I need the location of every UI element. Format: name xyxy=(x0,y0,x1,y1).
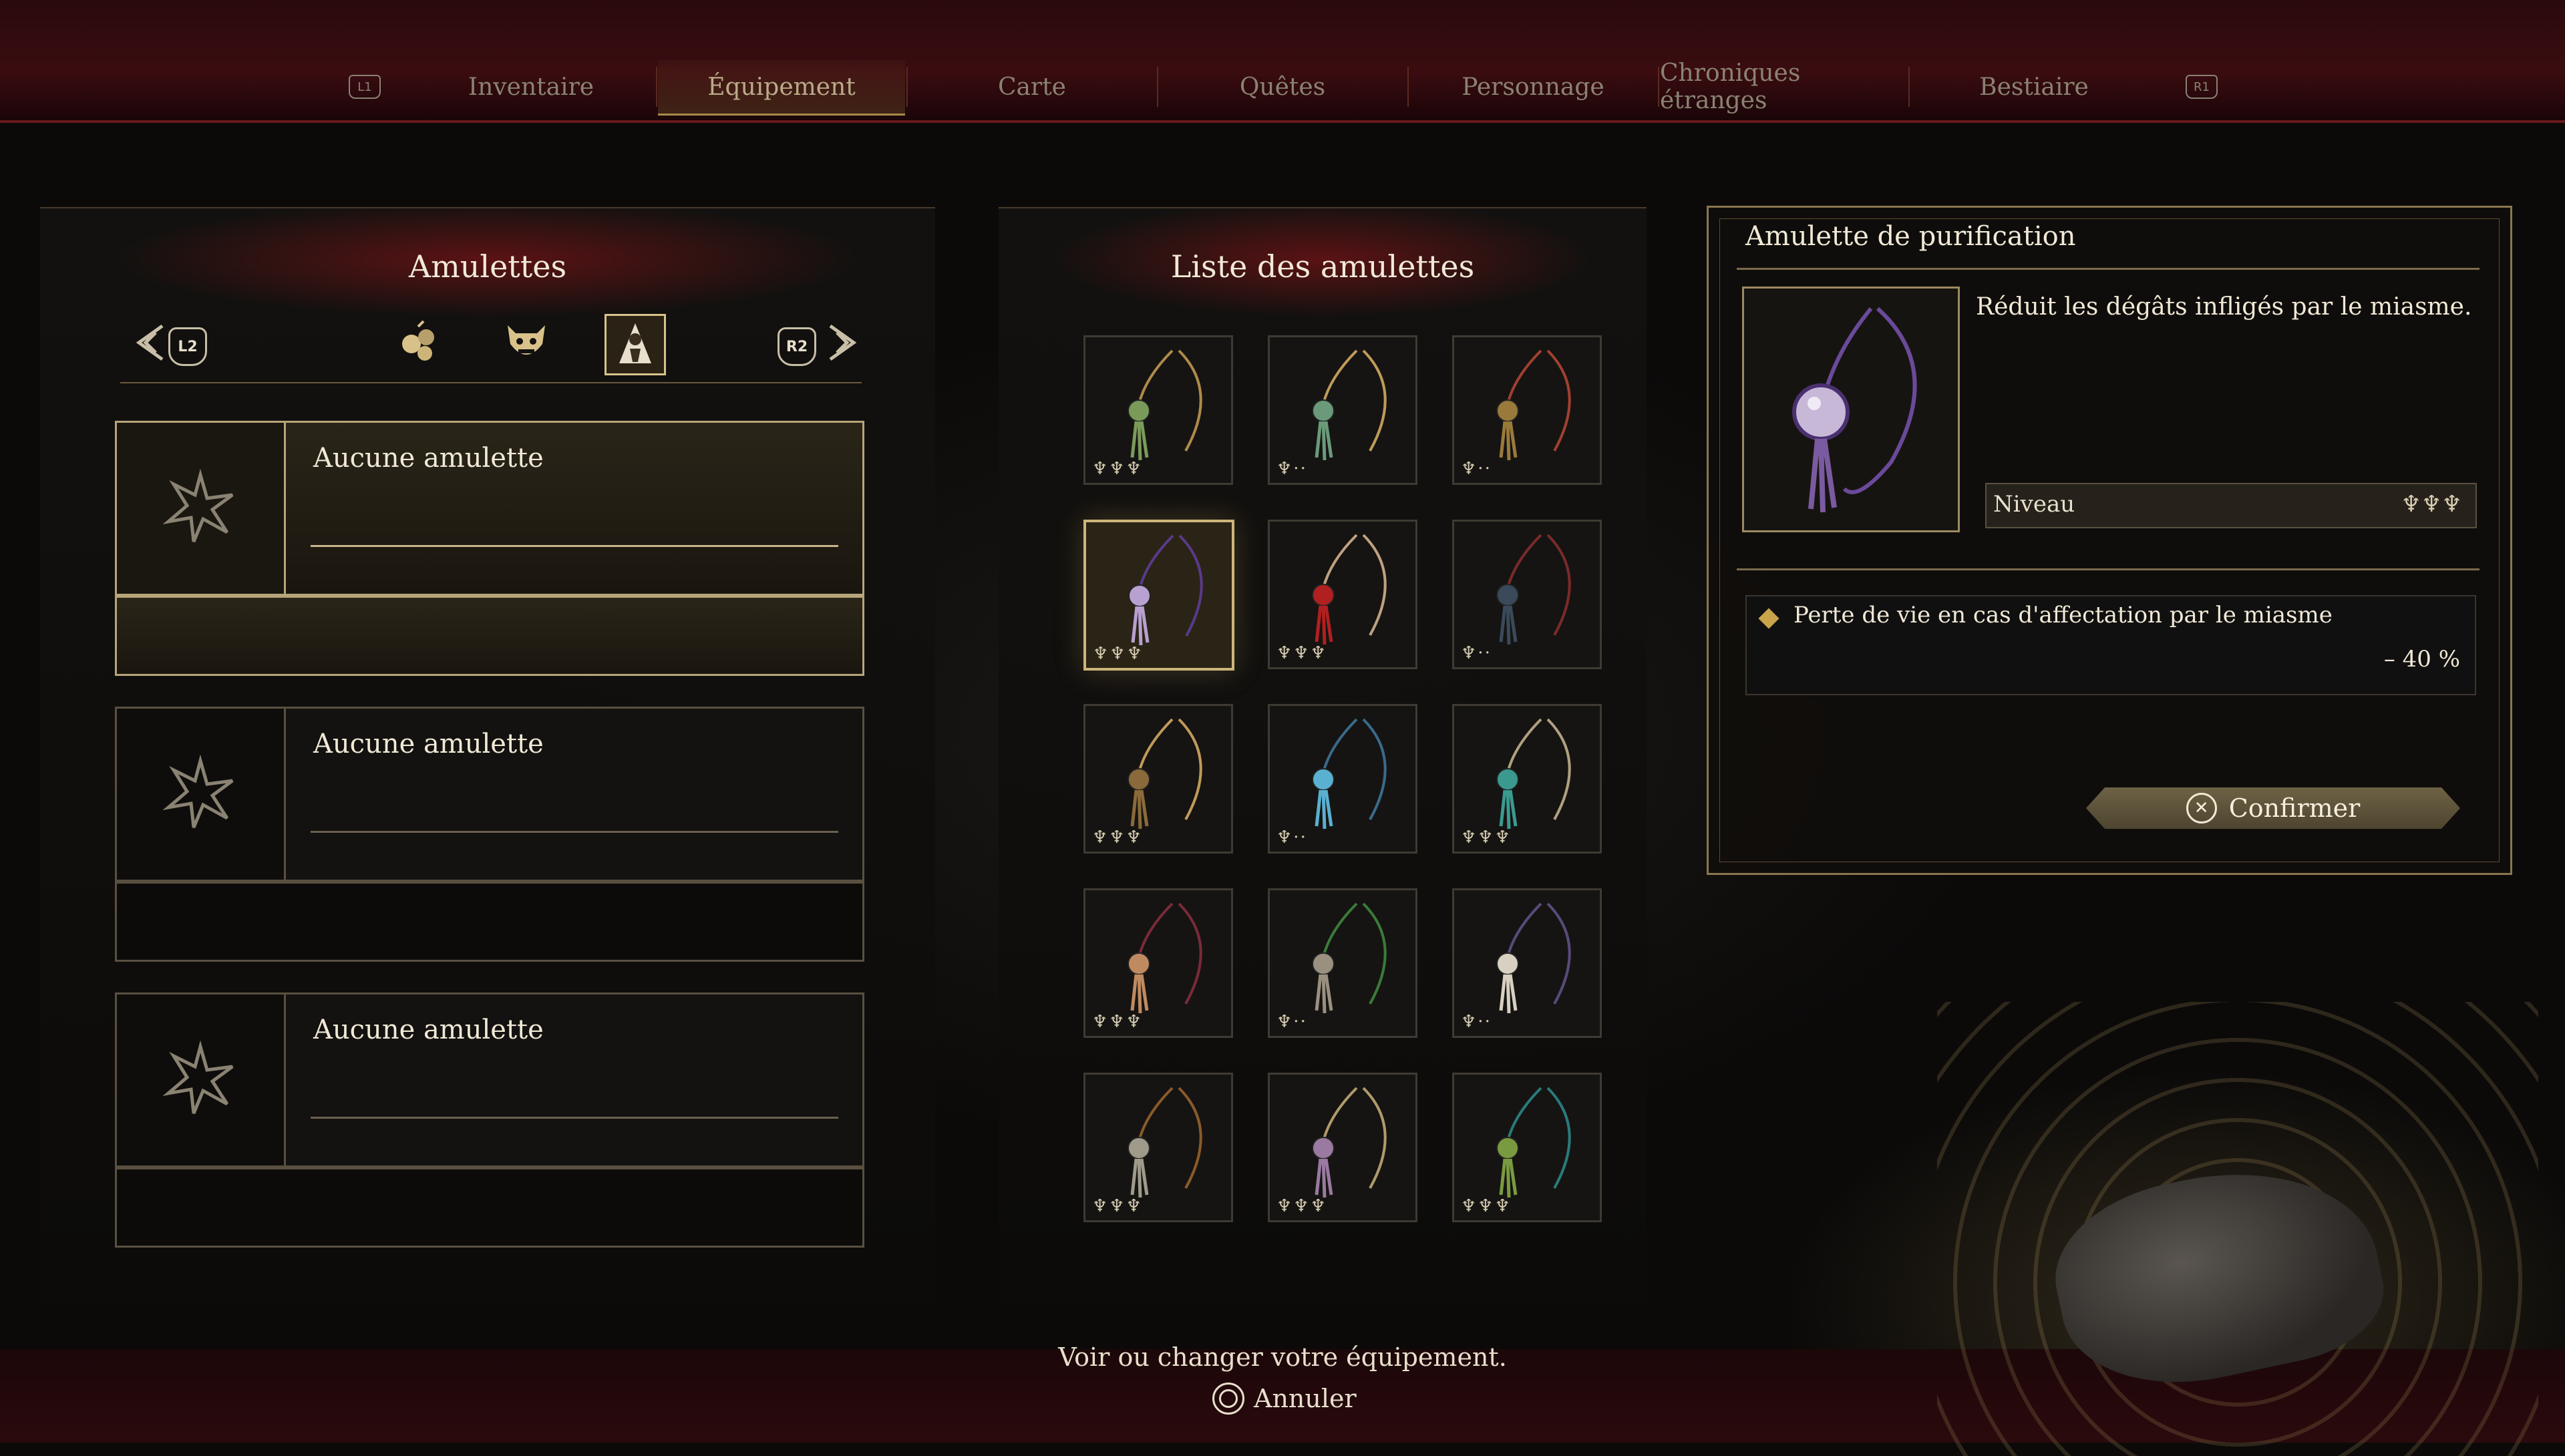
title-divider xyxy=(1737,268,2480,270)
level-pips-icon: ♆♆♆ xyxy=(1276,643,1327,663)
level-label: Niveau xyxy=(1993,491,2075,518)
level-pips-icon: ♆♆♆ xyxy=(2401,491,2462,518)
level-pips-icon: ♆♆♆ xyxy=(1092,1196,1143,1216)
level-row: Niveau ♆♆♆ xyxy=(1985,483,2477,528)
category-divider xyxy=(120,382,862,383)
tab-4[interactable]: Quêtes xyxy=(1159,60,1406,114)
amulet-cell-12[interactable]: ♆·· xyxy=(1452,888,1602,1038)
diamond-bullet-icon xyxy=(1758,608,1779,629)
tab-separator xyxy=(1157,67,1158,107)
purple-pearl-amulet-icon xyxy=(1792,307,1917,513)
circle-button-icon xyxy=(1212,1383,1244,1415)
amulet-list-panel: Liste des amulettes ♆♆♆ ♆·· ♆·· ♆♆♆ ♆♆♆ ♆·· ♆♆… xyxy=(999,207,1647,1304)
cancel-label: Annuler xyxy=(1254,1384,1357,1413)
tab-bar: L1 Inventaire Équipement Carte Quêtes Person… xyxy=(0,59,2565,116)
panel-title: Amulettes xyxy=(408,248,567,285)
tab-separator xyxy=(1658,67,1659,107)
confirm-label: Confirmer xyxy=(2228,793,2361,823)
tab-separator xyxy=(906,67,908,107)
amulet-cell-4[interactable]: ♆♆♆ xyxy=(1083,520,1234,671)
effect-label: Perte de vie en cas d'affectation par le… xyxy=(1793,602,2333,628)
effect-row: Perte de vie en cas d'affectation par le… xyxy=(1745,595,2476,695)
category-row: L2 R2 xyxy=(120,307,862,387)
amulet-image xyxy=(1742,287,1960,532)
l2-button[interactable]: L2 xyxy=(168,327,207,366)
demon-mask-icon[interactable] xyxy=(498,314,555,371)
level-pips-icon: ♆·· xyxy=(1461,459,1492,479)
level-pips-icon: ♆·· xyxy=(1461,1012,1492,1032)
amulet-cell-14[interactable]: ♆♆♆ xyxy=(1268,1073,1417,1222)
slot-name: Aucune amulette xyxy=(313,1015,544,1045)
level-pips-icon: ♆·· xyxy=(1461,643,1492,663)
slot-header: Aucune amulette xyxy=(115,421,864,596)
footer-hint: Voir ou changer votre équipement. xyxy=(1058,1342,1507,1372)
tab-3[interactable]: Carte xyxy=(908,60,1156,114)
amulet-detail-panel: Amulette de purification Réduit les dégâ… xyxy=(1707,206,2512,875)
slot-header: Aucune amulette xyxy=(115,707,864,882)
slot-footer xyxy=(115,882,864,962)
slot-footer xyxy=(115,1167,864,1248)
level-pips-icon: ♆·· xyxy=(1276,459,1307,479)
tab-separator xyxy=(1908,67,1910,107)
amulet-cell-7[interactable]: ♆♆♆ xyxy=(1083,704,1233,854)
amulet-cell-10[interactable]: ♆♆♆ xyxy=(1083,888,1233,1038)
l1-button[interactable]: L1 xyxy=(349,75,381,99)
amulet-cell-8[interactable]: ♆·· xyxy=(1268,704,1417,854)
confirm-button[interactable]: ✕ Confirmer xyxy=(2086,787,2460,829)
slot-name: Aucune amulette xyxy=(313,443,544,474)
hooded-figure-icon[interactable] xyxy=(605,314,666,375)
r2-button[interactable]: R2 xyxy=(778,327,816,366)
level-pips-icon: ♆♆♆ xyxy=(1093,644,1144,664)
amulet-cell-11[interactable]: ♆·· xyxy=(1268,888,1417,1038)
level-pips-icon: ♆♆♆ xyxy=(1092,1012,1143,1032)
level-pips-icon: ♆♆♆ xyxy=(1092,459,1143,479)
tab-separator xyxy=(1407,67,1409,107)
tab-5[interactable]: Personnage xyxy=(1409,60,1657,114)
next-category-arrow-icon[interactable] xyxy=(815,314,872,371)
tab-1[interactable]: Inventaire xyxy=(407,60,655,114)
amulet-cell-6[interactable]: ♆·· xyxy=(1452,520,1602,669)
level-pips-icon: ♆·· xyxy=(1276,828,1307,848)
slot-name: Aucune amulette xyxy=(313,729,544,759)
level-pips-icon: ♆·· xyxy=(1276,1012,1307,1032)
slot-header: Aucune amulette xyxy=(115,992,864,1167)
panel-title: Liste des amulettes xyxy=(1170,248,1475,285)
slot-rule xyxy=(311,1117,838,1119)
tab-7[interactable]: Bestiaire xyxy=(1910,60,2158,114)
tab-6[interactable]: Chroniques étranges xyxy=(1660,59,1907,114)
tab-2[interactable]: Équipement xyxy=(658,60,905,116)
slot-rule xyxy=(311,545,838,547)
tab-separator xyxy=(656,67,657,107)
amulet-title: Amulette de purification xyxy=(1745,221,2076,252)
amulet-cell-5[interactable]: ♆♆♆ xyxy=(1268,520,1417,669)
empty-slot-icon xyxy=(117,709,286,880)
amulet-cell-2[interactable]: ♆·· xyxy=(1268,335,1417,485)
amulet-cell-3[interactable]: ♆·· xyxy=(1452,335,1602,485)
amulet-cell-15[interactable]: ♆♆♆ xyxy=(1452,1073,1602,1222)
empty-slot-icon xyxy=(117,994,286,1165)
level-pips-icon: ♆♆♆ xyxy=(1092,828,1143,848)
r1-button[interactable]: R1 xyxy=(2186,75,2218,99)
slot-footer xyxy=(115,596,864,676)
amulet-description: Réduit les dégâts infligés par le miasme… xyxy=(1976,293,2472,321)
amulet-cell-1[interactable]: ♆♆♆ xyxy=(1083,335,1233,485)
amulet-cell-13[interactable]: ♆♆♆ xyxy=(1083,1073,1233,1222)
effect-value: – 40 % xyxy=(2383,646,2460,673)
cancel-button[interactable]: Annuler xyxy=(1212,1383,1357,1415)
level-pips-icon: ♆♆♆ xyxy=(1461,828,1512,848)
level-pips-icon: ♆♆♆ xyxy=(1461,1196,1512,1216)
empty-slot-icon xyxy=(117,423,286,594)
amulet-cell-9[interactable]: ♆♆♆ xyxy=(1452,704,1602,854)
equipped-amulets-panel: Amulettes L2 R2 Aucune amulette Aucune am… xyxy=(40,207,935,1304)
cross-button-icon: ✕ xyxy=(2186,793,2217,824)
effect-divider xyxy=(1737,568,2480,570)
berries-icon[interactable] xyxy=(391,314,448,371)
slot-rule xyxy=(311,831,838,833)
level-pips-icon: ♆♆♆ xyxy=(1276,1196,1327,1216)
